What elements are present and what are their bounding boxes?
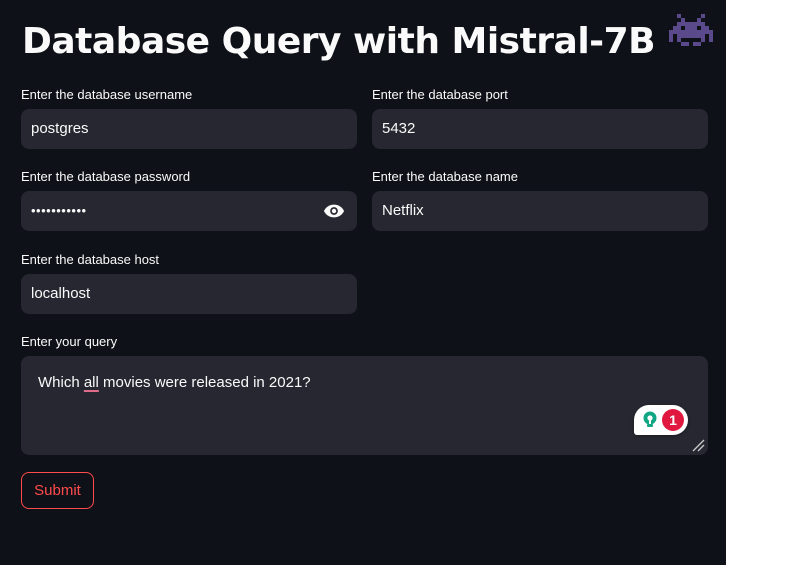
grammarly-widget[interactable]: 1	[634, 405, 688, 435]
username-field-group: Enter the database username postgres	[21, 87, 357, 151]
query-text-after: movies were released in 2021?	[98, 374, 311, 391]
query-textarea[interactable]: Which all movies were released in 2021?	[21, 356, 708, 455]
grammarly-issue-count: 1	[662, 409, 684, 431]
dbname-label: Enter the database name	[372, 169, 518, 184]
password-input[interactable]: •••••••••••	[21, 191, 357, 231]
page-title-text: Database Query with Mistral-7B	[22, 21, 656, 62]
query-field-group: Enter your query Which all movies were r…	[21, 334, 708, 456]
host-label: Enter the database host	[21, 252, 160, 267]
page-title: Database Query with Mistral-7B	[22, 13, 714, 70]
app-container: Database Query with Mistral-7B Enter the…	[0, 0, 726, 565]
submit-button[interactable]: Submit	[21, 472, 94, 509]
lightbulb-icon	[641, 410, 659, 430]
query-text-flagged-word[interactable]: all	[84, 374, 99, 391]
query-text-before: Which	[38, 374, 84, 391]
eye-icon[interactable]	[323, 202, 345, 220]
username-input[interactable]: postgres	[21, 109, 357, 149]
username-label: Enter the database username	[21, 87, 193, 102]
host-field-group: Enter the database host localhost	[21, 252, 357, 316]
host-input[interactable]: localhost	[21, 274, 357, 314]
password-field-group: Enter the database password •••••••••••	[21, 169, 357, 233]
query-label: Enter your query	[21, 334, 118, 349]
port-input[interactable]: 5432	[372, 109, 708, 149]
port-label: Enter the database port	[372, 87, 508, 102]
password-label: Enter the database password	[21, 169, 191, 184]
dbname-input[interactable]: Netflix	[372, 191, 708, 231]
port-field-group: Enter the database port 5432	[372, 87, 708, 151]
alien-monster-icon	[669, 13, 714, 66]
dbname-field-group: Enter the database name Netflix	[372, 169, 708, 233]
resize-handle-icon[interactable]	[691, 438, 705, 452]
